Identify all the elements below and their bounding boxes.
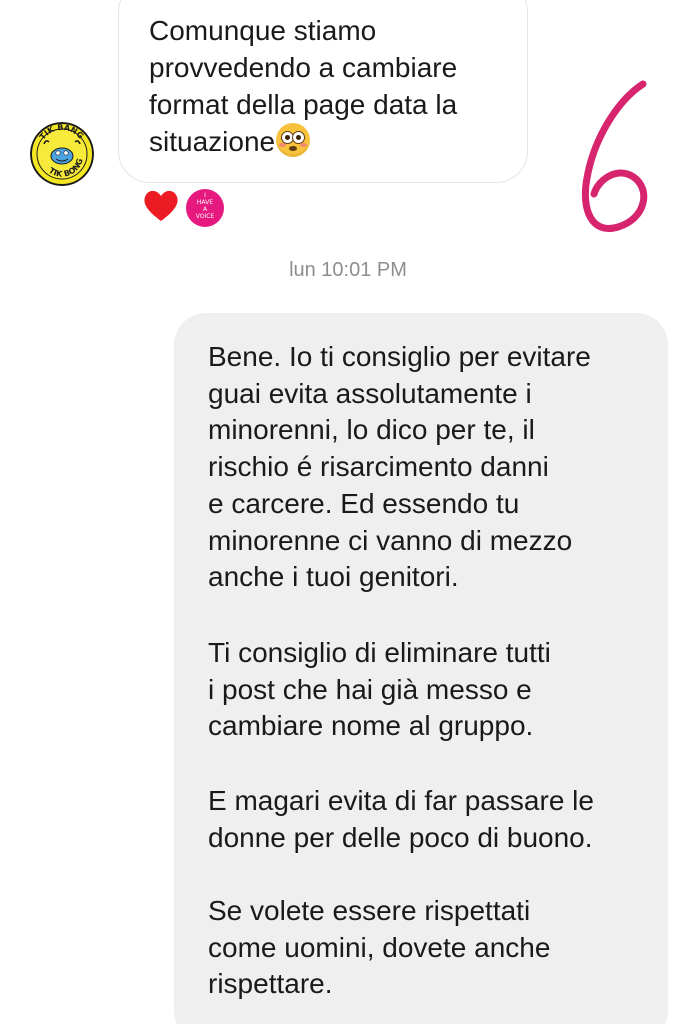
sender-avatar[interactable]: TIK BANG TIK BONG	[30, 122, 94, 186]
red-heart-icon[interactable]	[142, 187, 180, 223]
message-timestamp: lun 10:01 PM	[289, 259, 407, 281]
handwritten-annotation-six	[581, 80, 648, 232]
chat-screen: Comunque stiamo provvedendo a cambiare f…	[0, 0, 696, 1024]
outgoing-paragraph-2: Ti consiglio di eliminare tutti i post c…	[208, 637, 551, 742]
i-have-a-voice-sticker[interactable]: I HAVE A VOICE	[186, 189, 224, 227]
outgoing-paragraph-1: Bene. Io ti consiglio per evitare guai e…	[208, 341, 591, 593]
outgoing-paragraph-3: E magari evita di far passare le donne p…	[208, 785, 594, 853]
incoming-message-text: Comunque stiamo provvedendo a cambiare f…	[149, 12, 519, 160]
flushed-face-emoji	[276, 123, 311, 157]
outgoing-paragraph-4: Se volete essere rispettati come uomini,…	[208, 895, 551, 1000]
